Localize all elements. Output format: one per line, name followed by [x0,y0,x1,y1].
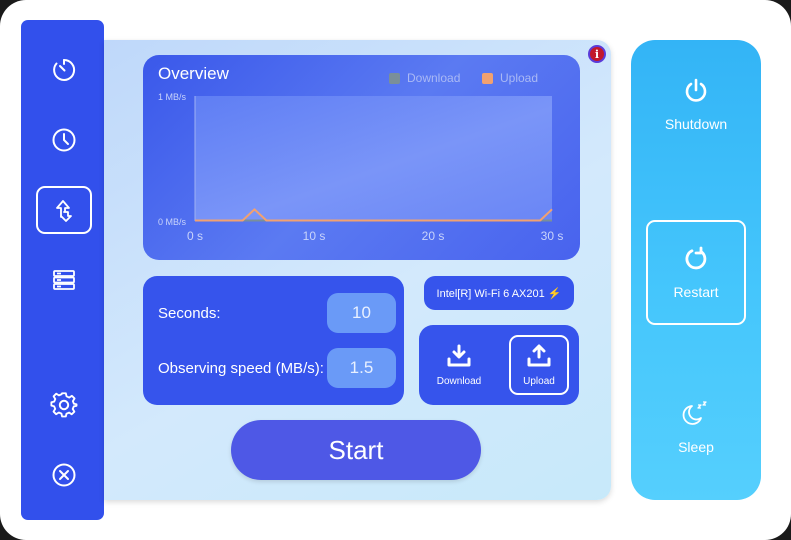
mode-selector: Download Upload [419,325,579,405]
x-tick-0: 0 s [187,229,203,243]
upload-mode-label: Upload [523,375,555,387]
speed-label: Observing speed (MB/s): [158,360,324,377]
sidebar-item-settings[interactable] [36,381,92,429]
y-tick-bottom: 0 MB/s [158,217,187,227]
clock-icon [52,128,76,152]
restart-icon [685,246,707,269]
storage-icon [53,270,75,290]
sleep-icon [682,400,707,425]
parameters-card: Seconds: 10 Observing speed (MB/s): 1.5 [143,276,404,405]
chart-plot-area [195,96,552,221]
sidebar-item-history[interactable] [36,116,92,164]
upload-mode-button[interactable]: Upload [509,335,569,395]
sidebar-item-exit[interactable] [36,451,92,499]
x-tick-2: 20 s [422,229,445,243]
y-tick-top: 1 MB/s [158,92,187,102]
adapter-select[interactable]: Intel[R] Wi-Fi 6 AX201 ⚡ [424,276,574,310]
upload-icon [527,344,551,366]
app-window: i Overview Download Upload 1 MB/s 0 MB/s [0,0,791,540]
transfer-icon [56,200,72,222]
overview-chart: 1 MB/s 0 MB/s 0 s 10 s 20 s 30 s [158,92,564,243]
seconds-label: Seconds: [158,305,221,322]
download-mode-label: Download [436,375,482,387]
seconds-input[interactable]: 10 [327,293,396,333]
shutdown-button[interactable]: Shutdown [646,52,746,157]
timer-icon [53,58,76,81]
x-tick-3: 30 s [541,229,564,243]
power-panel: Shutdown Restart Sleep [631,40,761,500]
info-icon[interactable]: i [588,45,606,63]
start-button[interactable]: Start [231,420,481,480]
download-icon [447,344,471,366]
shutdown-label: Shutdown [664,115,728,132]
gear-icon [50,392,78,418]
restart-button[interactable]: Restart [646,220,746,325]
sidebar-item-timer[interactable] [36,46,92,94]
x-tick-1: 10 s [303,229,326,243]
speed-input[interactable]: 1.5 [327,348,396,388]
download-mode-button[interactable]: Download [429,335,489,395]
overview-card: Overview Download Upload 1 MB/s 0 MB/s 0… [143,55,580,260]
close-icon [52,463,76,487]
sleep-button[interactable]: Sleep [646,375,746,480]
sidebar-item-storage[interactable] [36,256,92,304]
sleep-label: Sleep [678,438,714,455]
sidebar-item-transfer[interactable] [36,186,92,234]
restart-label: Restart [673,283,719,300]
sidebar [21,20,104,520]
power-icon [685,78,707,102]
